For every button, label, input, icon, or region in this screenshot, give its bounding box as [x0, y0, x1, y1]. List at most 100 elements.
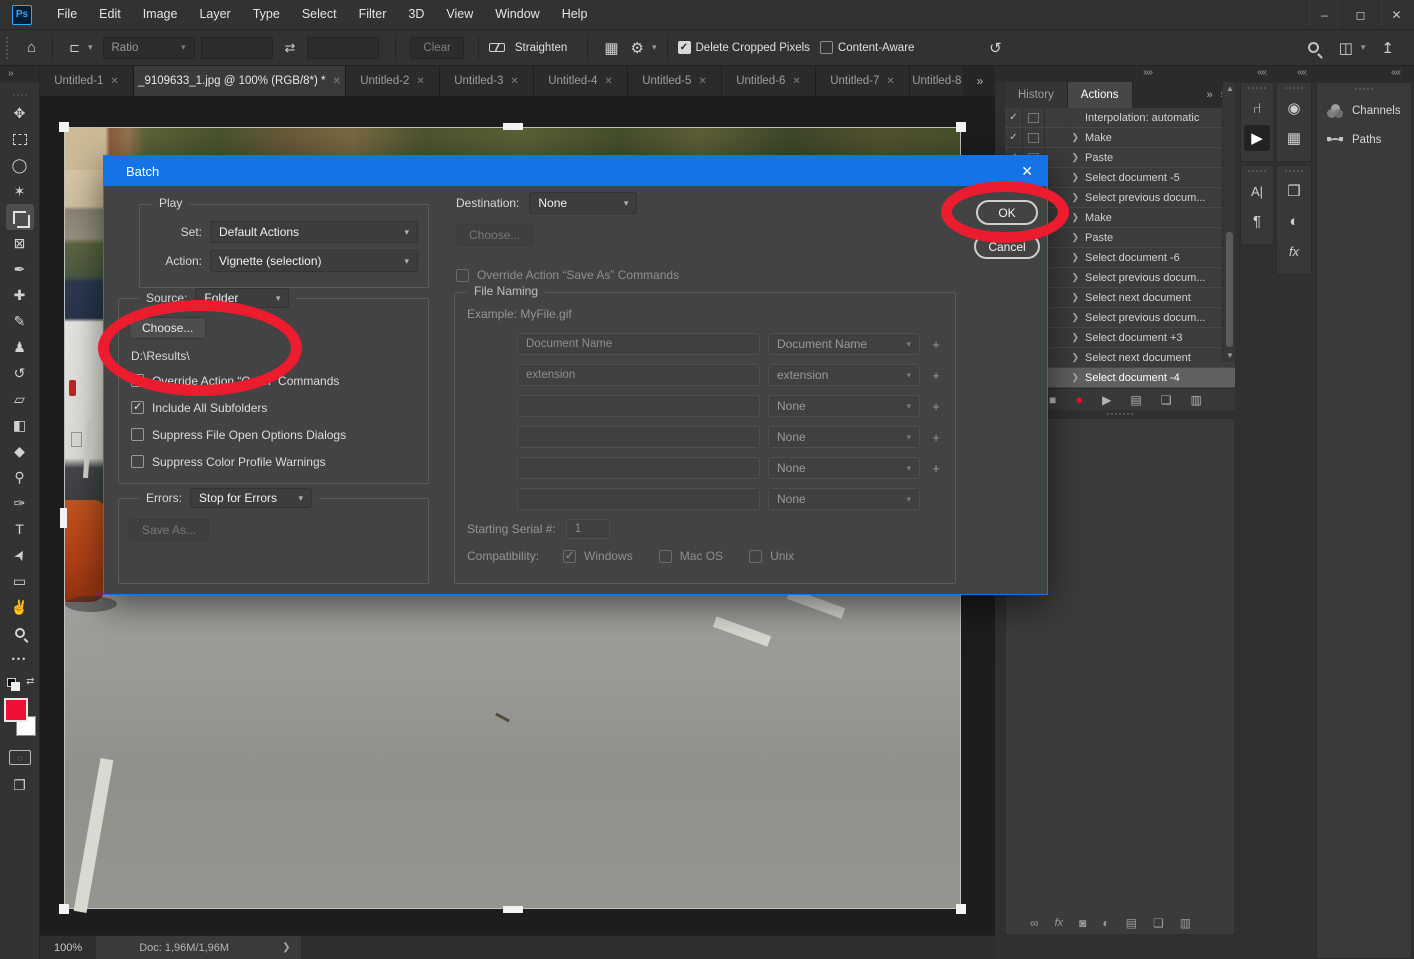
- new-action-icon[interactable]: ❏: [1161, 393, 1172, 407]
- menu-file[interactable]: File: [46, 0, 88, 29]
- tab-untitled-7[interactable]: Untitled-7 ✕: [816, 66, 910, 96]
- tab-actions[interactable]: Actions: [1068, 82, 1133, 108]
- crop-settings-gear-icon[interactable]: ⚙: [625, 39, 650, 57]
- expand-chevron-icon[interactable]: ❯: [1045, 372, 1085, 383]
- straighten-button[interactable]: Straighten: [515, 42, 567, 54]
- quick-selection-tool[interactable]: ✶: [6, 178, 34, 204]
- collapse-panel-icon[interactable]: ««: [1391, 67, 1400, 78]
- suppress-file-open-checkbox[interactable]: Suppress File Open Options Dialogs: [131, 421, 428, 448]
- pen-tool[interactable]: ✑: [6, 490, 34, 516]
- actions-panel-icon[interactable]: ▶: [1244, 125, 1270, 151]
- close-tab-icon[interactable]: ✕: [333, 76, 341, 87]
- dodge-tool[interactable]: ⚲: [6, 464, 34, 490]
- swap-colors-icon[interactable]: ⇄: [26, 676, 34, 687]
- delete-cropped-pixels-checkbox[interactable]: [678, 41, 691, 54]
- scroll-down-icon[interactable]: ▼: [1226, 351, 1234, 360]
- history-brush-tool[interactable]: ↺: [6, 360, 34, 386]
- crop-width-input[interactable]: [201, 37, 273, 59]
- more-tabs-chevron[interactable]: »: [963, 66, 995, 96]
- swatches-panel-icon[interactable]: ▦: [1281, 125, 1307, 151]
- tab-untitled-3[interactable]: Untitled-3 ✕: [440, 66, 534, 96]
- destination-dropdown[interactable]: None▾: [529, 192, 637, 214]
- menu-view[interactable]: View: [435, 0, 484, 29]
- zoom-level-field[interactable]: 100%: [40, 942, 96, 954]
- menu-help[interactable]: Help: [551, 0, 599, 29]
- collapse-panel-icon[interactable]: ««: [1297, 67, 1306, 78]
- gradient-tool[interactable]: ◧: [6, 412, 34, 438]
- history-panel-icon[interactable]: ⑁: [1244, 95, 1270, 121]
- actions-scrollbar[interactable]: ▲ ▼: [1222, 82, 1235, 362]
- link-layers-icon[interactable]: ∞: [1030, 916, 1039, 930]
- crop-height-input[interactable]: [307, 37, 379, 59]
- action-dialog-toggle[interactable]: [1023, 128, 1045, 147]
- source-choose-button[interactable]: Choose...: [129, 317, 206, 339]
- channels-panel-button[interactable]: Channels: [1317, 96, 1411, 126]
- tab-history[interactable]: History: [1005, 82, 1068, 108]
- edit-toolbar-ellipsis[interactable]: •••: [6, 646, 34, 672]
- checkbox[interactable]: [131, 455, 144, 468]
- expand-chevron-icon[interactable]: ❯: [1045, 292, 1085, 303]
- styles-panel-icon[interactable]: fx: [1281, 238, 1307, 264]
- frame-tool[interactable]: ⊠: [6, 230, 34, 256]
- move-tool[interactable]: ✥: [6, 100, 34, 126]
- home-icon[interactable]: ⌂: [21, 39, 42, 56]
- zoom-tool[interactable]: [6, 620, 34, 646]
- panel-expand-icon[interactable]: »: [1206, 89, 1210, 101]
- foreground-color-swatch[interactable]: [4, 698, 28, 722]
- new-action-set-folder-icon[interactable]: ▤: [1130, 393, 1141, 407]
- collapse-panel-icon[interactable]: ««: [1257, 67, 1266, 78]
- overlay-options-icon[interactable]: ▦: [598, 39, 624, 57]
- crop-tool[interactable]: [6, 204, 34, 230]
- crop-handle-top-right[interactable]: [956, 122, 966, 132]
- adjustments-panel-icon[interactable]: ◐: [1281, 208, 1307, 234]
- type-tool[interactable]: T: [6, 516, 34, 542]
- play-action-icon[interactable]: ▶: [1102, 393, 1111, 407]
- adjustment-layer-icon[interactable]: ◐: [1102, 916, 1109, 930]
- color-swatches[interactable]: [2, 698, 38, 736]
- delete-action-icon[interactable]: ▥: [1190, 393, 1201, 407]
- libraries-panel-icon[interactable]: ❒: [1281, 178, 1307, 204]
- checkbox[interactable]: [131, 428, 144, 441]
- crop-handle-bottom-right[interactable]: [956, 904, 966, 914]
- include-subfolders-checkbox[interactable]: Include All Subfolders: [131, 394, 428, 421]
- character-panel-icon[interactable]: A|: [1244, 178, 1270, 204]
- dialog-close-icon[interactable]: ✕: [1021, 163, 1033, 180]
- hand-tool[interactable]: ✌: [6, 594, 34, 620]
- minimize-button[interactable]: –: [1306, 0, 1342, 29]
- expand-chevron-icon[interactable]: ❯: [1045, 132, 1085, 143]
- screen-mode-button[interactable]: ❐: [0, 777, 39, 794]
- close-tab-icon[interactable]: ✕: [510, 76, 518, 87]
- crop-handle-bottom-left[interactable]: [59, 904, 69, 914]
- close-tab-icon[interactable]: ✕: [604, 76, 612, 87]
- menu-layer[interactable]: Layer: [188, 0, 241, 29]
- path-selection-tool[interactable]: ➤: [6, 542, 34, 568]
- new-group-icon[interactable]: ▤: [1126, 916, 1137, 930]
- menu-type[interactable]: Type: [242, 0, 291, 29]
- action-item[interactable]: ✓ ❯ Make: [1005, 128, 1235, 148]
- menu-window[interactable]: Window: [484, 0, 550, 29]
- reset-icon[interactable]: ↺: [983, 39, 1008, 57]
- cancel-button[interactable]: Cancel: [974, 234, 1040, 259]
- menu-image[interactable]: Image: [132, 0, 189, 29]
- checkbox[interactable]: [131, 401, 144, 414]
- action-enabled-checkmark[interactable]: ✓: [1005, 108, 1023, 127]
- expand-chevron-icon[interactable]: ❯: [1045, 252, 1085, 263]
- blur-tool[interactable]: ◆: [6, 438, 34, 464]
- clone-stamp-tool[interactable]: ♟: [6, 334, 34, 360]
- checkbox[interactable]: [131, 374, 144, 387]
- record-icon[interactable]: ●: [1075, 392, 1083, 407]
- override-open-checkbox[interactable]: Override Action “Open” Commands: [131, 367, 428, 394]
- ok-button[interactable]: OK: [976, 200, 1038, 225]
- new-layer-icon[interactable]: ❏: [1153, 916, 1164, 930]
- crop-handle-bottom[interactable]: [503, 906, 523, 913]
- menu-filter[interactable]: Filter: [348, 0, 398, 29]
- suppress-color-profile-checkbox[interactable]: Suppress Color Profile Warnings: [131, 448, 428, 475]
- layer-mask-icon[interactable]: ◙: [1079, 916, 1086, 930]
- clear-button[interactable]: Clear: [410, 37, 463, 59]
- crop-tool-icon[interactable]: ⊏: [63, 40, 86, 56]
- errors-dropdown[interactable]: Stop for Errors▾: [190, 488, 312, 508]
- action-item[interactable]: ✓ ❯ Interpolation: automatic: [1005, 108, 1235, 128]
- menu-3d[interactable]: 3D: [397, 0, 435, 29]
- eyedropper-tool[interactable]: ✒: [6, 256, 34, 282]
- delete-layer-icon[interactable]: ▥: [1180, 916, 1191, 930]
